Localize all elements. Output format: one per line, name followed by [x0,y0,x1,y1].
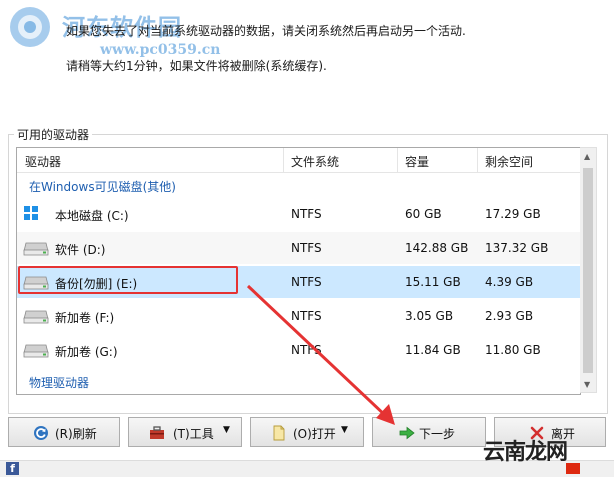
chevron-down-icon: ▼ [223,425,230,435]
watermark-corner-text: 云南龙网 [483,440,568,465]
drive-name: 软件 (D:) [55,243,106,257]
drive-filesystem: NTFS [291,207,322,221]
drive-filesystem: NTFS [291,309,322,323]
chevron-down-icon: ▼ [341,425,348,435]
toolbox-icon [150,426,164,439]
drives-group-title: 可用的驱动器 [14,126,93,143]
drive-list-header: 驱动器 文件系统 容量 剩余空间 [17,148,580,173]
drive-free-space: 4.39 GB [485,275,534,289]
drive-icon [23,242,49,256]
refresh-button-label: (R)刷新 [55,427,97,441]
drive-free-space: 137.32 GB [485,241,549,255]
drive-list-scrollbar[interactable]: ▲ ▼ [580,147,597,393]
table-row[interactable]: 新加卷 (F:) NTFS 3.05 GB 2.93 GB [17,300,580,332]
next-button-label: 下一步 [419,427,456,441]
tools-button-label: (T)工具 [173,427,214,441]
document-icon [273,425,285,441]
drive-name: 新加卷 (G:) [55,345,118,359]
refresh-button[interactable]: (R)刷新 [8,417,120,447]
drive-free-space: 17.29 GB [485,207,541,221]
drive-name: 新加卷 (F:) [55,311,115,325]
drive-free-space: 11.80 GB [485,343,541,357]
open-button[interactable]: (O)打开 ▼ [250,417,364,447]
column-header-free-space[interactable]: 剩余空间 [485,153,533,170]
drive-capacity: 15.11 GB [405,275,461,289]
drive-icon [23,310,49,324]
scrollbar-thumb[interactable] [583,168,593,373]
table-row[interactable]: 软件 (D:) NTFS 142.88 GB 137.32 GB [17,232,580,264]
open-button-label: (O)打开 [293,427,336,441]
table-row[interactable]: 新加卷 (G:) NTFS 11.84 GB 11.80 GB [17,334,580,366]
column-header-drive[interactable]: 驱动器 [25,153,61,170]
drive-capacity: 142.88 GB [405,241,469,255]
china-flag-icon[interactable] [566,463,580,474]
drive-name: 本地磁盘 (C:) [55,209,129,223]
drive-filesystem: NTFS [291,241,322,255]
column-header-capacity[interactable]: 容量 [405,153,429,170]
facebook-icon[interactable]: f [6,462,19,475]
highlight-box [18,266,238,294]
scroll-down-icon[interactable]: ▼ [584,380,590,389]
drive-filesystem: NTFS [291,343,322,357]
drive-icon [23,344,49,358]
refresh-icon [34,426,48,440]
next-button[interactable]: 下一步 [372,417,486,447]
watermark-logo-icon [10,7,50,47]
drive-capacity: 3.05 GB [405,309,454,323]
message-line-1: 如果您失去了对当前系统驱动器的数据，请关闭系统然后再启动另一个活动. [66,24,466,38]
scroll-up-icon[interactable]: ▲ [584,152,590,161]
drive-free-space: 2.93 GB [485,309,534,323]
watermark-site-url: www.pc0359.cn [100,42,221,58]
windows-drive-icon [24,206,38,220]
table-row[interactable]: 本地磁盘 (C:) NTFS 60 GB 17.29 GB [17,198,580,230]
column-header-filesystem[interactable]: 文件系统 [291,153,339,170]
drive-capacity: 11.84 GB [405,343,461,357]
arrow-right-icon [399,426,415,440]
drive-capacity: 60 GB [405,207,442,221]
section-visible-disks[interactable]: 在Windows可见磁盘(其他) [29,178,176,195]
section-physical-drives[interactable]: 物理驱动器 [29,374,89,391]
message-line-2: 请稍等大约1分钟，如果文件将被删除(系统缓存). [66,59,327,73]
tools-button[interactable]: (T)工具 ▼ [128,417,242,447]
drive-filesystem: NTFS [291,275,322,289]
